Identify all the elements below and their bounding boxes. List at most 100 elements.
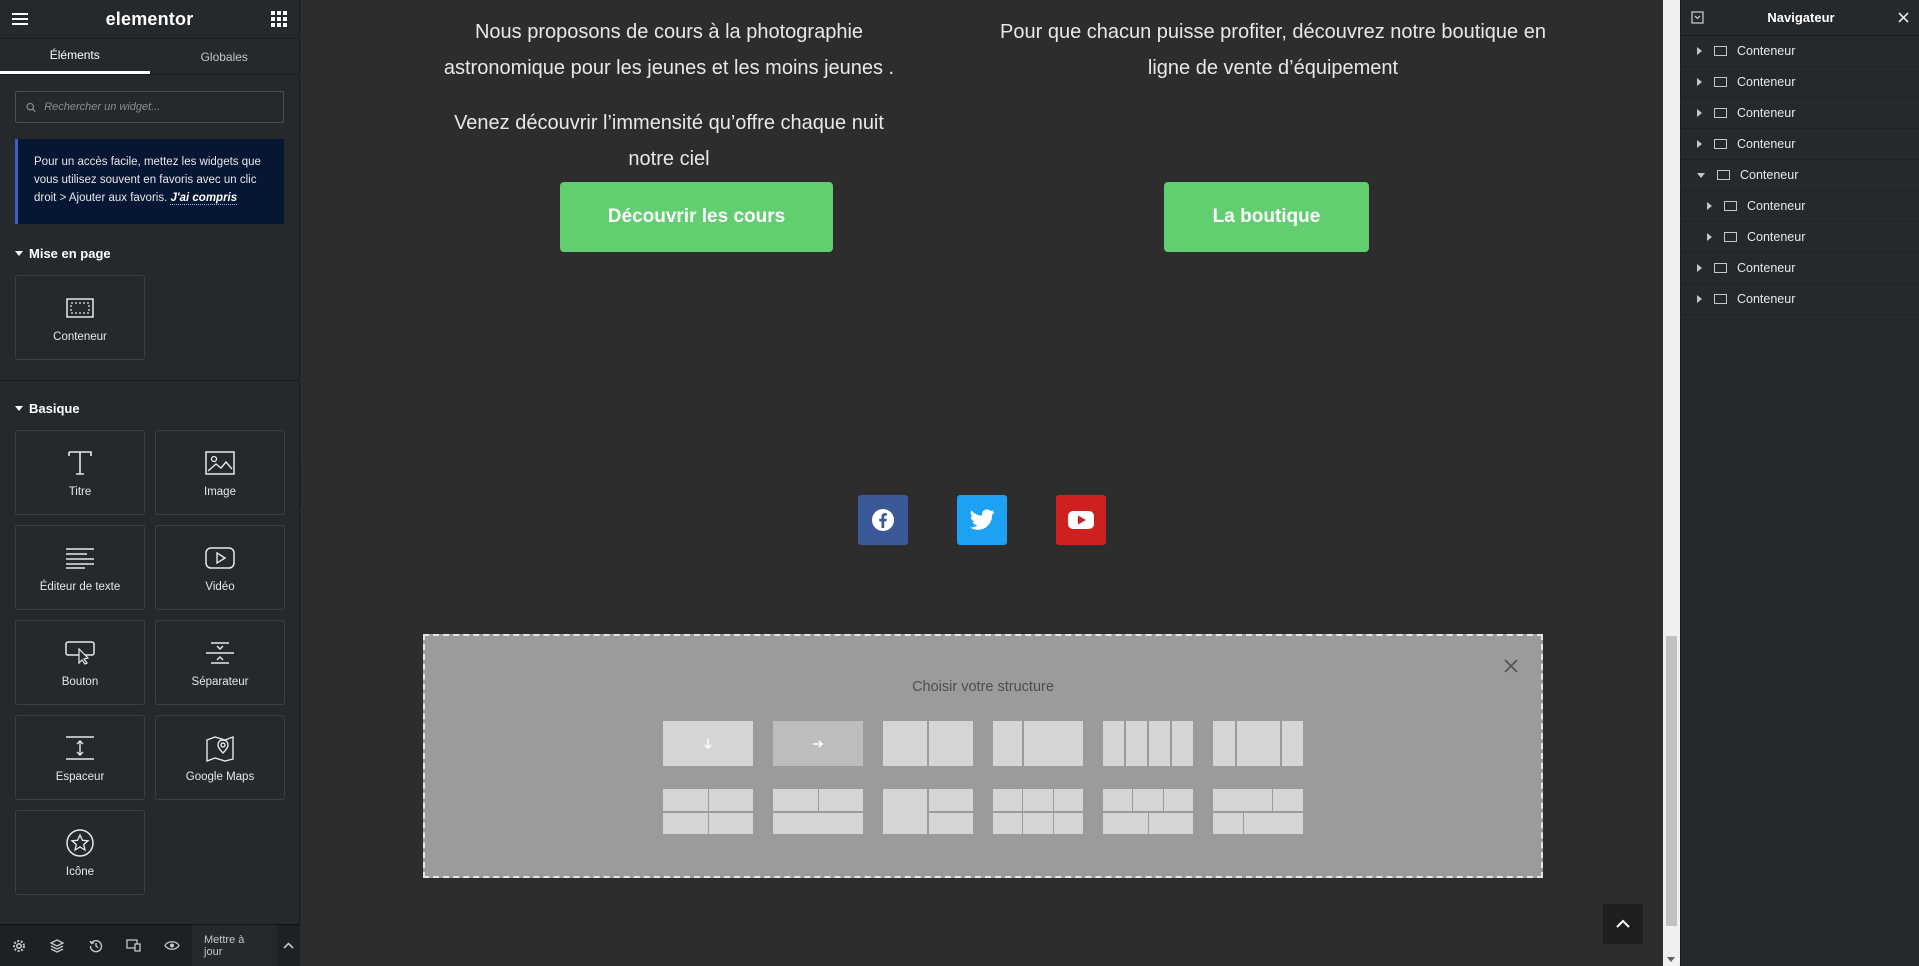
- widget-image[interactable]: Image: [155, 430, 285, 515]
- navigator-item-label: Conteneur: [1747, 230, 1806, 244]
- update-button[interactable]: Mettre à jour: [192, 924, 277, 966]
- youtube-button[interactable]: [1056, 495, 1106, 545]
- navigator-item-container[interactable]: Conteneur: [1681, 98, 1919, 129]
- caret-right-icon[interactable]: [1707, 202, 1712, 210]
- preset-stack-horizontal[interactable]: [773, 721, 863, 766]
- container-icon: [1714, 263, 1727, 273]
- widget-label: Éditeur de texte: [39, 580, 121, 593]
- container-icon: [65, 293, 95, 323]
- navigator-item-container[interactable]: Conteneur: [1681, 222, 1919, 253]
- caret-down-icon[interactable]: [1697, 172, 1705, 178]
- caret-right-icon[interactable]: [1697, 264, 1702, 272]
- layers-icon[interactable]: [38, 925, 76, 966]
- caret-right-icon[interactable]: [1697, 47, 1702, 55]
- divider-icon: [205, 638, 235, 668]
- widget-video[interactable]: Vidéo: [155, 525, 285, 610]
- collapse-all-icon[interactable]: [1691, 11, 1704, 24]
- caret-right-icon[interactable]: [1697, 140, 1702, 148]
- caret-right-icon[interactable]: [1707, 233, 1712, 241]
- widget-google-maps[interactable]: Google Maps: [155, 715, 285, 800]
- scroll-to-top-button[interactable]: [1603, 904, 1643, 944]
- preset-three-over-two[interactable]: [1103, 789, 1193, 834]
- facebook-button[interactable]: [858, 495, 908, 545]
- history-icon[interactable]: [76, 925, 114, 966]
- preset-stack-vertical[interactable]: [663, 721, 753, 766]
- twitter-button[interactable]: [957, 495, 1007, 545]
- shop-button[interactable]: La boutique: [1164, 182, 1369, 252]
- preset-grid-2x2[interactable]: [663, 789, 753, 834]
- widget-label: Bouton: [61, 675, 99, 688]
- notice-dismiss-link[interactable]: J'ai compris: [170, 192, 238, 205]
- preset-one-left-two-right[interactable]: [883, 789, 973, 834]
- navigator-item-container[interactable]: Conteneur: [1681, 36, 1919, 67]
- left-text-paragraph: Venez découvrir l’immensité qu’offre cha…: [454, 112, 884, 170]
- chevron-up-icon[interactable]: [277, 925, 301, 966]
- widget-container[interactable]: Conteneur: [15, 275, 145, 360]
- section-toggle-basic[interactable]: Basique: [0, 401, 299, 416]
- scroll-down-arrow-icon[interactable]: [1667, 957, 1675, 962]
- preset-four-columns[interactable]: [1103, 721, 1193, 766]
- navigator-item-label: Conteneur: [1737, 292, 1796, 306]
- structure-title: Choisir votre structure: [912, 679, 1054, 695]
- section-title: Basique: [29, 401, 80, 416]
- preset-one-third-two-thirds[interactable]: [993, 721, 1083, 766]
- search-input[interactable]: [44, 101, 273, 113]
- preset-quarter-half-quarter[interactable]: [1213, 721, 1303, 766]
- preset-two-columns[interactable]: [883, 721, 973, 766]
- navigator-item-container[interactable]: Conteneur: [1681, 191, 1919, 222]
- scrollbar-thumb[interactable]: [1666, 636, 1677, 926]
- arrow-right-icon: [813, 739, 824, 748]
- widget-spacer[interactable]: Espaceur: [15, 715, 145, 800]
- widget-divider[interactable]: Séparateur: [155, 620, 285, 705]
- navigator-item-container[interactable]: Conteneur: [1681, 284, 1919, 315]
- widget-label: Icône: [65, 865, 95, 878]
- preset-two-over-one[interactable]: [773, 789, 863, 834]
- widget-heading[interactable]: Titre: [15, 430, 145, 515]
- widget-label: Vidéo: [205, 580, 235, 593]
- structure-selector: Choisir votre structure: [423, 634, 1543, 878]
- panel-footer: Mettre à jour: [0, 924, 300, 966]
- tab-elements[interactable]: Éléments: [0, 39, 150, 74]
- navigator-item-container[interactable]: Conteneur: [1681, 160, 1919, 191]
- caret-right-icon[interactable]: [1697, 78, 1702, 86]
- preset-wide-narrow-grid[interactable]: [1213, 789, 1303, 834]
- google-maps-icon: [205, 733, 235, 763]
- caret-right-icon[interactable]: [1697, 109, 1702, 117]
- discover-courses-button[interactable]: Découvrir les cours: [560, 182, 833, 252]
- elementor-logo: elementor: [105, 8, 194, 29]
- apps-grid-icon[interactable]: [270, 11, 287, 27]
- navigator-item-container[interactable]: Conteneur: [1681, 67, 1919, 98]
- spacer-icon: [65, 733, 95, 763]
- editor-canvas: Nous proposons de cours à la photographi…: [301, 0, 1663, 966]
- preset-grid-3x2[interactable]: [993, 789, 1083, 834]
- chevron-up-icon: [1616, 919, 1630, 928]
- menu-icon[interactable]: [12, 13, 28, 25]
- responsive-mode-icon[interactable]: [115, 925, 153, 966]
- widget-label: Espaceur: [55, 770, 105, 783]
- navigator-item-container[interactable]: Conteneur: [1681, 253, 1919, 284]
- panel-tabs: Éléments Globales: [0, 39, 299, 75]
- section-divider: [0, 380, 299, 381]
- text-editor-icon: [65, 543, 95, 573]
- panel-header: elementor: [0, 0, 299, 39]
- close-icon[interactable]: [1501, 656, 1521, 676]
- canvas-scrollbar[interactable]: [1663, 0, 1680, 966]
- widget-search: [15, 91, 284, 123]
- container-icon: [1724, 201, 1737, 211]
- caret-down-icon: [15, 251, 23, 256]
- close-icon[interactable]: [1898, 12, 1909, 23]
- widget-icon[interactable]: Icône: [15, 810, 145, 895]
- right-text-block: Pour que chacun puisse profiter, découvr…: [993, 14, 1553, 86]
- navigator-item-container[interactable]: Conteneur: [1681, 129, 1919, 160]
- preview-eye-icon[interactable]: [153, 925, 191, 966]
- basic-widgets: Titre Image Éditeur de texte Vidéo Bouto…: [0, 430, 299, 895]
- caret-right-icon[interactable]: [1697, 295, 1702, 303]
- settings-gear-icon[interactable]: [0, 925, 38, 966]
- tab-globals[interactable]: Globales: [150, 39, 300, 74]
- star-icon: [65, 828, 95, 858]
- container-icon: [1724, 232, 1737, 242]
- section-toggle-layout[interactable]: Mise en page: [0, 246, 299, 261]
- widget-button[interactable]: Bouton: [15, 620, 145, 705]
- widget-label: Image: [204, 485, 236, 498]
- widget-text-editor[interactable]: Éditeur de texte: [15, 525, 145, 610]
